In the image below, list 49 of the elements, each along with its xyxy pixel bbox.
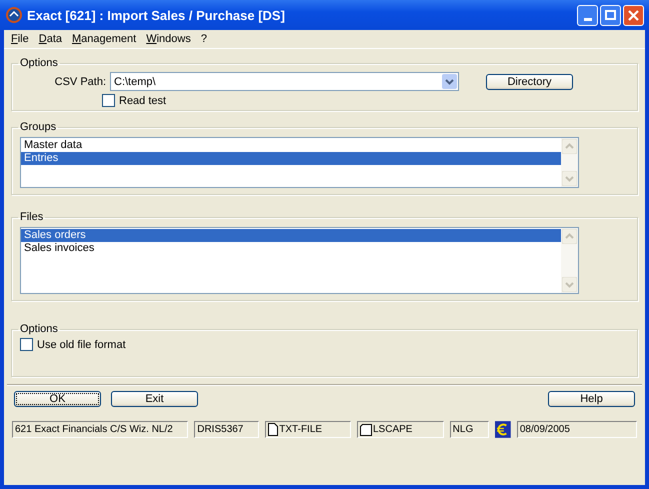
scroll-down-icon xyxy=(562,171,577,186)
euro-icon xyxy=(495,421,511,438)
menu-item[interactable]: Data xyxy=(34,33,67,45)
dropdown-icon xyxy=(442,74,457,89)
menu-item[interactable]: Management xyxy=(67,33,142,45)
checkbox[interactable] xyxy=(20,338,33,351)
checkbox-label: Use old file format xyxy=(37,338,126,350)
menu-item[interactable]: File xyxy=(6,33,34,45)
document-icon xyxy=(268,423,278,436)
minimize-button[interactable] xyxy=(577,4,598,26)
status-field: LSCAPE xyxy=(356,421,444,438)
maximize-icon xyxy=(605,10,616,20)
scroll-up-icon xyxy=(562,229,577,244)
page-icon xyxy=(360,424,372,436)
scroll-up-icon xyxy=(562,139,577,154)
window-title: Exact [621] : Import Sales / Purchase [DS] xyxy=(27,8,286,22)
group-title: Files xyxy=(19,211,44,223)
close-icon xyxy=(628,10,639,20)
list-box[interactable]: Master data Entries xyxy=(20,137,579,188)
list-item[interactable]: Sales invoices xyxy=(21,242,561,255)
status-field: 621 Exact Financials C/S Wiz. NL/2 xyxy=(12,421,188,438)
menu-item[interactable]: Windows xyxy=(141,33,196,45)
list-item[interactable]: Master data xyxy=(21,139,561,152)
maximize-button[interactable] xyxy=(600,4,621,26)
scrollbar[interactable] xyxy=(561,138,578,187)
status-field: DRIS5367 xyxy=(194,421,260,438)
scrollbar[interactable] xyxy=(561,228,578,293)
group-title: Groups xyxy=(19,121,58,133)
app-icon xyxy=(6,7,22,23)
csv-path-dropdown[interactable]: C:\temp\ xyxy=(110,72,459,91)
csv-path-label: CSV Path: xyxy=(54,76,106,88)
status-field: 08/09/2005 xyxy=(516,421,638,438)
ok-button[interactable]: OK xyxy=(14,391,101,407)
group-title: Options xyxy=(19,323,59,335)
minimize-icon xyxy=(584,18,592,20)
checkbox[interactable] xyxy=(102,94,115,107)
list-box[interactable]: Sales orders Sales invoices xyxy=(20,227,579,294)
scroll-down-icon xyxy=(562,277,577,292)
menu-item[interactable]: ? xyxy=(196,33,212,45)
status-field: TXT-FILE xyxy=(265,421,351,438)
checkbox-label: Read test xyxy=(119,94,166,106)
directory-button[interactable]: Directory xyxy=(486,74,573,90)
exit-button[interactable]: Exit xyxy=(111,391,198,407)
close-button[interactable] xyxy=(623,4,644,26)
status-field: NLG xyxy=(450,421,490,438)
list-item[interactable]: Entries xyxy=(21,152,561,165)
group-title: Options xyxy=(19,57,59,69)
help-button[interactable]: Help xyxy=(548,391,635,407)
list-item[interactable]: Sales orders xyxy=(21,229,561,242)
